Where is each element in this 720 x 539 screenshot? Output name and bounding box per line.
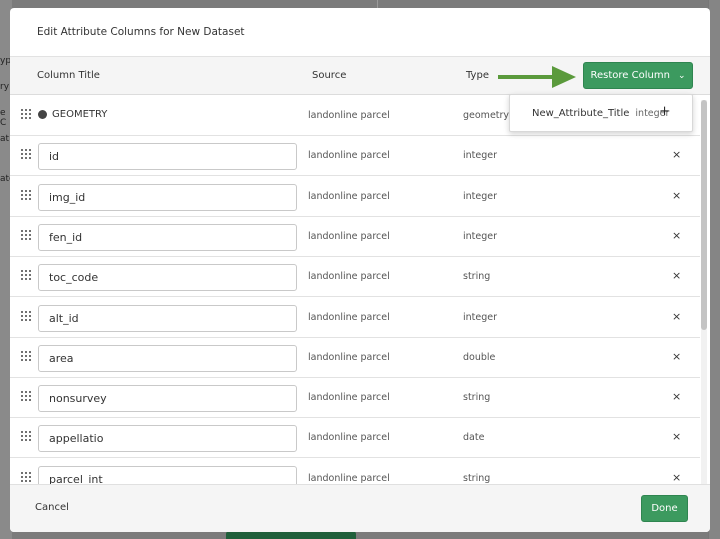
remove-column-icon[interactable]: ×	[672, 148, 681, 161]
remove-column-icon[interactable]: ×	[672, 430, 681, 443]
column-rows: GEOMETRY landonline parcel geometry id lando…	[10, 96, 700, 484]
column-type: integer	[463, 230, 498, 242]
drag-handle-icon[interactable]	[21, 149, 31, 161]
column-source: landonline parcel	[308, 190, 390, 202]
column-source: landonline parcel	[308, 110, 390, 121]
table-row: area landonline parcel double ×	[10, 338, 700, 378]
column-source: landonline parcel	[308, 392, 390, 404]
column-title-input[interactable]: id	[38, 143, 297, 171]
geometry-title: GEOMETRY	[52, 109, 108, 120]
column-source: landonline parcel	[308, 150, 390, 162]
table-row: alt_id landonline parcel integer ×	[10, 298, 700, 338]
modal-footer: Cancel Done	[10, 484, 710, 532]
drag-handle-icon[interactable]	[21, 310, 31, 323]
table-row: parcel_int landonline parcel string ×	[10, 459, 700, 484]
table-row: img_id landonline parcel integer ×	[10, 177, 700, 217]
column-source: landonline parcel	[308, 351, 390, 363]
remove-column-icon[interactable]: ×	[672, 350, 681, 363]
column-title-input[interactable]: img_id	[38, 183, 297, 211]
cancel-button[interactable]: Cancel	[35, 502, 69, 513]
table-row: id landonline parcel integer ×	[10, 136, 700, 177]
column-type: integer	[463, 311, 498, 323]
table-row: appellatio landonline parcel date ×	[10, 418, 700, 459]
dropdown-item-name[interactable]: New_Attribute_Title	[532, 108, 629, 119]
remove-column-icon[interactable]: ×	[672, 390, 681, 403]
globe-icon	[38, 110, 47, 119]
remove-column-icon[interactable]: ×	[672, 471, 681, 484]
column-type: string	[463, 472, 491, 484]
scrollbar-thumb[interactable]	[701, 100, 707, 330]
remove-column-icon[interactable]: ×	[672, 269, 681, 282]
drag-handle-icon[interactable]	[21, 350, 31, 363]
bg-text-fragment: ry	[0, 82, 10, 92]
restore-column-button[interactable]: Restore Column ⌄	[583, 62, 693, 89]
modal-title: Edit Attribute Columns for New Dataset	[10, 8, 710, 57]
restore-column-label: Restore Column	[590, 70, 670, 81]
chevron-down-icon: ⌄	[677, 70, 686, 81]
remove-column-icon[interactable]: ×	[672, 189, 681, 202]
header-source: Source	[312, 70, 347, 81]
column-type: integer	[463, 190, 498, 202]
drag-handle-icon[interactable]	[21, 431, 31, 443]
restore-column-dropdown: New_Attribute_Title integer +	[509, 94, 693, 132]
column-title-input[interactable]: parcel_int	[38, 465, 297, 484]
header-column-title: Column Title	[37, 70, 100, 81]
header-type: Type	[466, 70, 489, 81]
background-button	[226, 531, 356, 539]
column-type: string	[463, 271, 491, 283]
green-arrow-icon	[498, 66, 576, 88]
table-row: toc_code landonline parcel string ×	[10, 257, 700, 298]
drag-handle-icon[interactable]	[21, 471, 31, 484]
column-source: landonline parcel	[308, 432, 390, 444]
geometry-label: GEOMETRY	[38, 109, 107, 120]
remove-column-icon[interactable]: ×	[672, 229, 681, 242]
table-row: fen_id landonline parcel integer ×	[10, 217, 700, 257]
column-title-input[interactable]: fen_id	[38, 223, 297, 251]
edit-columns-modal: Edit Attribute Columns for New Dataset C…	[10, 8, 710, 532]
column-source: landonline parcel	[308, 472, 390, 484]
column-title-input[interactable]: nonsurvey	[38, 385, 297, 413]
drag-handle-icon[interactable]	[21, 229, 31, 242]
drag-handle-icon[interactable]	[21, 189, 31, 202]
done-button[interactable]: Done	[641, 495, 688, 522]
drag-handle-icon[interactable]	[21, 391, 31, 403]
column-source: landonline parcel	[308, 271, 390, 283]
remove-column-icon[interactable]: ×	[672, 310, 681, 323]
column-type: string	[463, 392, 491, 404]
drag-handle-icon[interactable]	[21, 270, 31, 282]
column-type: double	[463, 351, 496, 363]
column-type: date	[463, 432, 485, 444]
column-title-input[interactable]: alt_id	[38, 304, 297, 332]
column-source: landonline parcel	[308, 311, 390, 323]
column-type: integer	[463, 150, 498, 162]
drag-handle-icon[interactable]	[21, 109, 31, 121]
column-title-input[interactable]: toc_code	[38, 264, 297, 292]
column-source: landonline parcel	[308, 230, 390, 242]
scrollbar[interactable]	[701, 100, 707, 484]
table-row: nonsurvey landonline parcel string ×	[10, 378, 700, 419]
add-column-icon[interactable]: +	[659, 104, 670, 119]
column-title-input[interactable]: area	[38, 344, 297, 372]
column-title-input[interactable]: appellatio	[38, 425, 297, 453]
bg-text-fragment: at	[0, 134, 10, 144]
column-type: geometry	[463, 110, 510, 121]
